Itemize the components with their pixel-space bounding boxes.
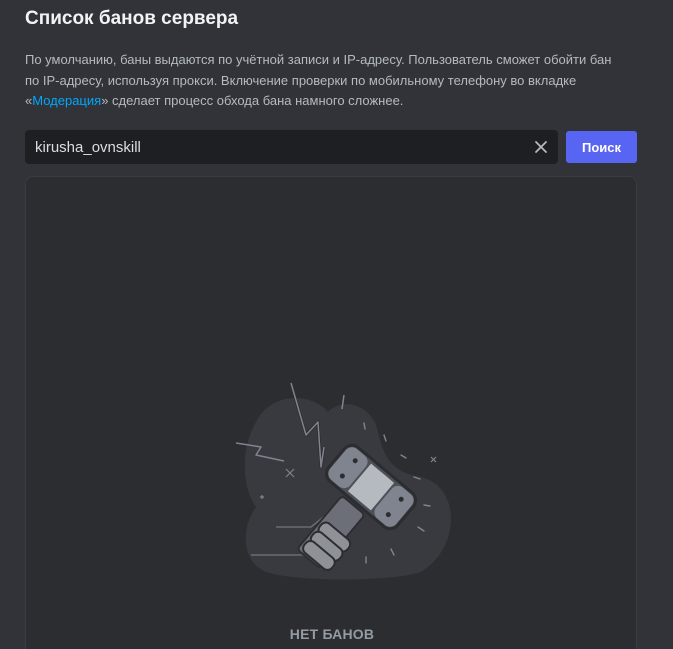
ban-description: По умолчанию, баны выдаются по учётной з…: [25, 50, 625, 112]
ban-list-page: Список банов сервера По умолчанию, баны …: [0, 0, 673, 649]
clear-search-button[interactable]: [524, 130, 558, 164]
description-text-after: » сделает процесс обхода бана намного сл…: [101, 93, 404, 108]
search-input[interactable]: [25, 130, 524, 164]
ban-hammer-illustration: [235, 382, 451, 580]
search-field: [25, 130, 558, 164]
sparkle: [430, 456, 437, 463]
moderation-link[interactable]: Модерация: [32, 93, 101, 108]
page-title: Список банов сервера: [25, 8, 239, 29]
close-icon: [535, 141, 547, 153]
search-button[interactable]: Поиск: [566, 131, 637, 163]
bans-list-panel: НЕТ БАНОВ: [25, 176, 637, 649]
empty-state-label: НЕТ БАНОВ: [289, 626, 375, 642]
